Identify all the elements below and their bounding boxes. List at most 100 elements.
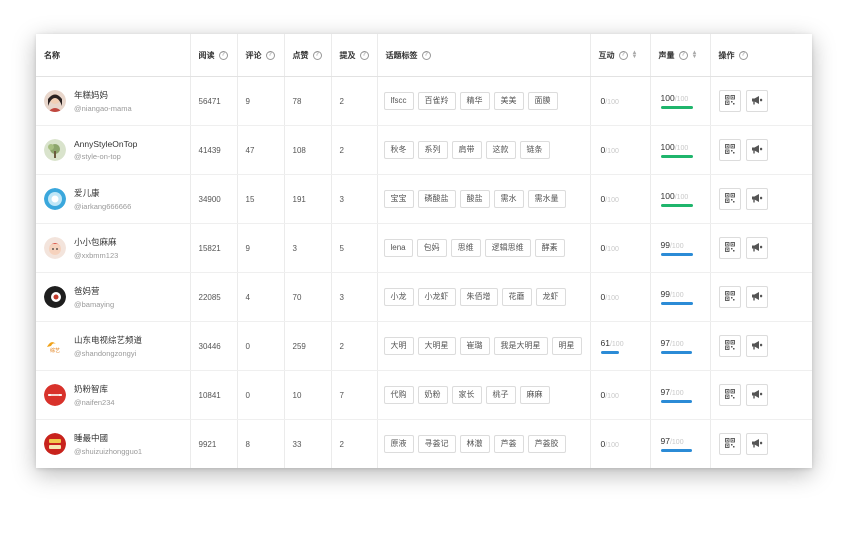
table-row[interactable]: 综艺 山东电视综艺频道 @shandongzongyi 30446 0 259 …	[36, 321, 812, 371]
topic-tag[interactable]: 这款	[485, 141, 516, 159]
topic-tag[interactable]: 系列	[417, 141, 448, 159]
qr-code-button[interactable]	[718, 286, 741, 308]
promote-button[interactable]	[745, 237, 768, 259]
help-icon[interactable]: ?	[218, 50, 228, 60]
topic-tag[interactable]: 芦荟	[493, 435, 524, 453]
topic-tag[interactable]: 酸盐	[459, 190, 490, 208]
topic-tag[interactable]: 百雀羚	[417, 92, 456, 110]
account-name[interactable]: 爱儿康	[74, 187, 131, 199]
topic-tag[interactable]: 面膜	[527, 92, 558, 110]
topic-tag[interactable]: 大明星	[417, 337, 456, 355]
qr-code-button[interactable]	[718, 433, 741, 455]
column-header-mentions[interactable]: 提及	[340, 50, 356, 61]
avatar[interactable]	[44, 139, 66, 161]
topic-tag[interactable]: 需水	[493, 190, 524, 208]
topic-tag[interactable]: 肩带	[451, 141, 482, 159]
qr-code-button[interactable]	[718, 188, 741, 210]
account-name[interactable]: 爸妈营	[74, 285, 114, 297]
account-name[interactable]: 睡最中國	[74, 432, 142, 444]
avatar[interactable]	[44, 90, 66, 112]
topic-tag[interactable]: 家长	[451, 386, 482, 404]
help-icon[interactable]: ?	[618, 50, 628, 60]
topic-tag[interactable]: 包妈	[416, 239, 447, 257]
topic-tag[interactable]: 麻麻	[519, 386, 550, 404]
interact-score: 0/100	[591, 145, 650, 155]
qr-code-button[interactable]	[718, 335, 741, 357]
topic-tag[interactable]: 思维	[450, 239, 481, 257]
table-row[interactable]: 年糕妈妈 @niangao-mama 56471 9 78 2 lfscc 百雀羚…	[36, 76, 812, 126]
avatar[interactable]: 综艺	[44, 335, 66, 357]
help-icon[interactable]: ?	[265, 50, 275, 60]
topic-tag[interactable]: 秋冬	[383, 141, 414, 159]
table-row[interactable]: 爸妈营 @bamaying 22085 4 70 3 小龙 小龙虾 朱佰增 花蘑 龙虾 …	[36, 272, 812, 322]
account-name[interactable]: 小小包麻麻	[74, 236, 118, 248]
topic-tag[interactable]: lena	[383, 239, 413, 257]
topic-tag[interactable]: 代购	[383, 386, 414, 404]
topic-tag[interactable]: 小龙	[383, 288, 414, 306]
promote-button[interactable]	[745, 433, 768, 455]
qr-code-button[interactable]	[718, 90, 741, 112]
promote-button[interactable]	[745, 90, 768, 112]
account-name[interactable]: 奶粉智库	[74, 383, 115, 395]
topic-tag[interactable]: 磷酸盐	[417, 190, 456, 208]
avatar[interactable]	[44, 433, 66, 455]
table-row[interactable]: AnnyStyleOnTop @style-on-top 41439 47 10…	[36, 125, 812, 175]
topic-tag[interactable]: 桃子	[485, 386, 516, 404]
help-icon[interactable]: ?	[359, 50, 369, 60]
topic-tag[interactable]: 美美	[493, 92, 524, 110]
topic-tag[interactable]: 宝宝	[383, 190, 414, 208]
avatar[interactable]	[44, 237, 66, 259]
account-name[interactable]: AnnyStyleOnTop	[74, 139, 137, 149]
topic-tag[interactable]: 寻荟记	[417, 435, 456, 453]
help-icon[interactable]: ?	[312, 50, 322, 60]
promote-button[interactable]	[745, 188, 768, 210]
topic-tag[interactable]: 朱佰增	[459, 288, 498, 306]
table-row[interactable]: 爱儿康 @iarkang666666 34900 15 191 3 宝宝 磷酸盐酸…	[36, 174, 812, 224]
table-row[interactable]: 睡最中國 @shuizuizhongguo1 9921 8 33 2 原液 寻荟记…	[36, 419, 812, 468]
topic-tag[interactable]: 林澈	[459, 435, 490, 453]
topic-tag[interactable]: 酵素	[534, 239, 565, 257]
promote-button[interactable]	[745, 335, 768, 357]
comments-value: 8	[237, 419, 285, 468]
topic-tag[interactable]: 逻辑思维	[484, 239, 531, 257]
column-header-reads[interactable]: 阅读	[199, 50, 215, 61]
topic-tag[interactable]: 花蘑	[501, 288, 532, 306]
promote-button[interactable]	[745, 384, 768, 406]
sort-icon[interactable]: ▲ ▼	[632, 50, 638, 60]
promote-button[interactable]	[745, 139, 768, 161]
column-header-likes[interactable]: 点赞	[293, 50, 309, 61]
column-header-comments[interactable]: 评论	[246, 50, 262, 61]
topic-tag[interactable]: 小龙虾	[417, 288, 456, 306]
sort-icon[interactable]: ▲ ▼	[692, 50, 698, 60]
account-name[interactable]: 年糕妈妈	[74, 89, 132, 101]
topic-tag[interactable]: 崔璐	[459, 337, 490, 355]
topic-tag[interactable]: 龙虾	[535, 288, 566, 306]
table-row[interactable]: 小小包麻麻 @xxbmm123 15821 9 3 5 lena 包妈 思维 逻辑思维…	[36, 223, 812, 273]
qr-code-button[interactable]	[718, 237, 741, 259]
help-icon[interactable]: ?	[738, 50, 748, 60]
table-row[interactable]: 奶粉智库 @naifen234 10841 0 10 7 代购 奶粉 家长 桃子 麻麻 …	[36, 370, 812, 420]
promote-button[interactable]	[745, 286, 768, 308]
topic-tag[interactable]: 明星	[551, 337, 582, 355]
column-header-interact[interactable]: 互动	[599, 50, 615, 61]
help-icon[interactable]: ?	[421, 50, 431, 60]
topic-tag[interactable]: 奶粉	[417, 386, 448, 404]
column-header-topics[interactable]: 话题标签	[386, 50, 418, 61]
help-icon[interactable]: ?	[678, 50, 688, 60]
qr-code-button[interactable]	[718, 139, 741, 161]
avatar[interactable]	[44, 286, 66, 308]
avatar[interactable]	[44, 384, 66, 406]
topic-tag[interactable]: 芦荟胶	[527, 435, 566, 453]
column-header-volume[interactable]: 声量	[659, 50, 675, 61]
topic-tag[interactable]: 我是大明星	[493, 337, 548, 355]
topic-tag[interactable]: lfscc	[383, 92, 414, 110]
topic-tag[interactable]: 精华	[459, 92, 490, 110]
account-name[interactable]: 山东电视综艺频道	[74, 334, 142, 346]
avatar[interactable]	[44, 188, 66, 210]
qr-code-button[interactable]	[718, 384, 741, 406]
topic-tag[interactable]: 原液	[383, 435, 414, 453]
topic-tag[interactable]: 大明	[383, 337, 414, 355]
topic-tag[interactable]: 需水量	[527, 190, 566, 208]
column-header-name[interactable]: 名称	[44, 50, 60, 61]
topic-tag[interactable]: 链条	[519, 141, 550, 159]
